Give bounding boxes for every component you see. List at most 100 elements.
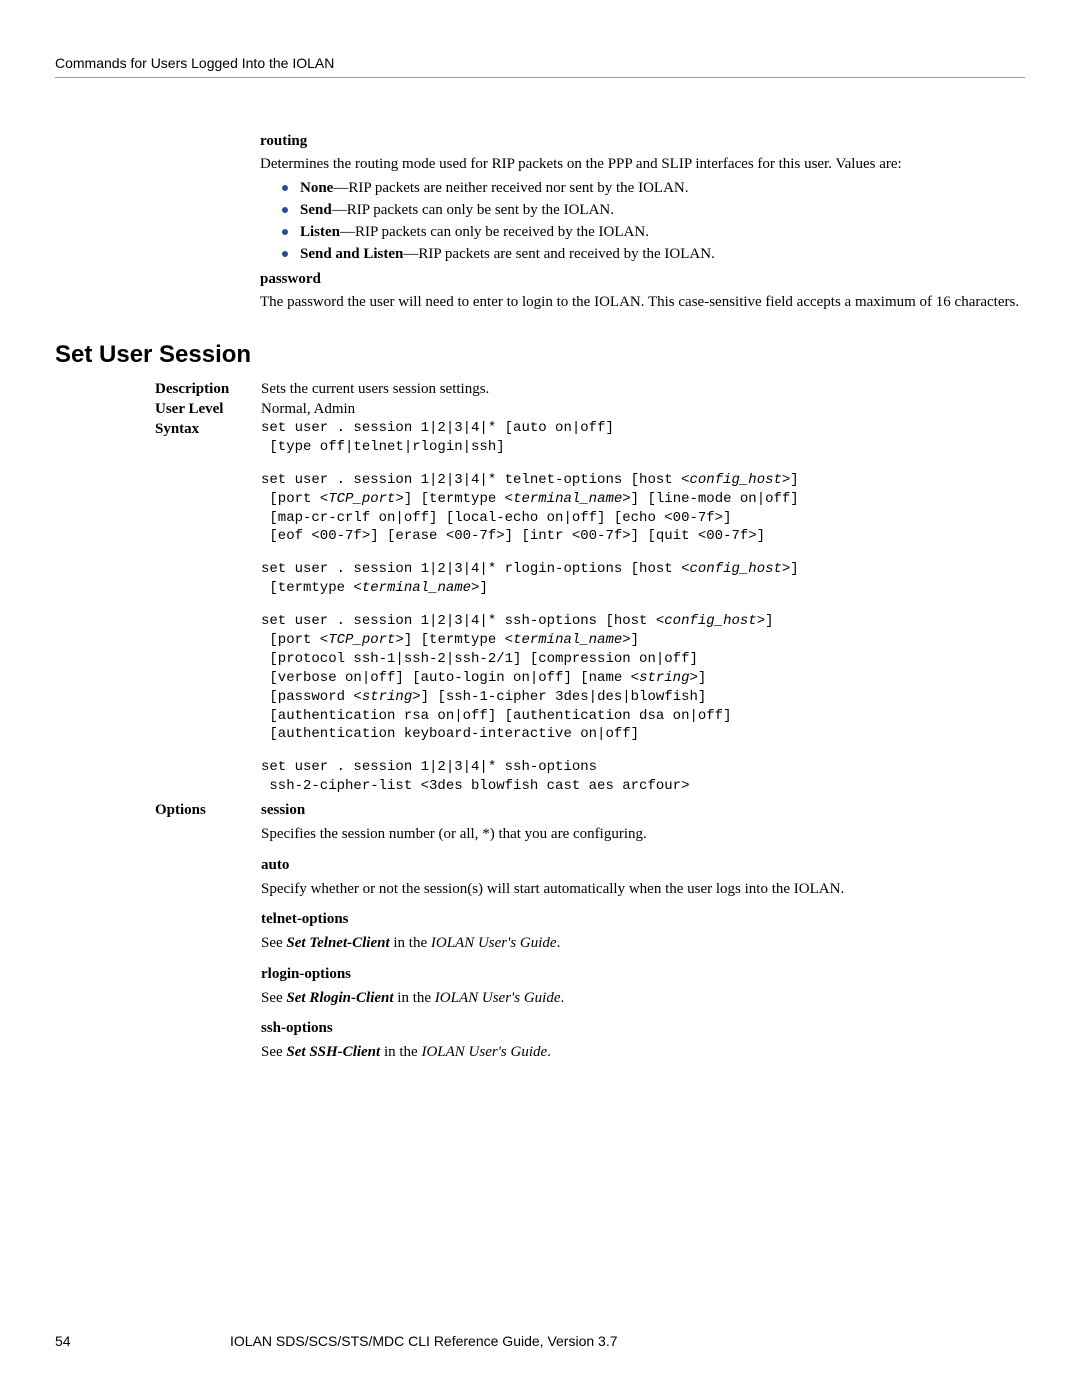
syntax-frag: >] xyxy=(757,613,774,629)
syntax-frag: >] xyxy=(782,472,799,488)
routing-item-send: Send—RIP packets can only be sent by the… xyxy=(282,200,1030,222)
ref-guide: IOLAN User's Guide xyxy=(435,990,561,1006)
text-frag: See xyxy=(261,990,286,1006)
ref-title: Set Rlogin-Client xyxy=(286,990,393,1006)
syntax-frag: >] xyxy=(689,670,706,686)
ref-title: Set SSH-Client xyxy=(286,1044,380,1060)
syntax-frag: set user . session 1|2|3|4|* rlogin-opti… xyxy=(261,561,689,577)
option-ssh-title: ssh-options xyxy=(261,1018,1035,1038)
label-syntax: Syntax xyxy=(155,419,255,800)
routing-title: routing xyxy=(260,133,1030,150)
text-frag: See xyxy=(261,935,286,951)
option-auto-body: Specify whether or not the session(s) wi… xyxy=(261,879,1035,899)
routing-intro: Determines the routing mode used for RIP… xyxy=(260,154,1030,174)
syntax-line: [map-cr-crlf on|off] [local-echo on|off]… xyxy=(261,510,731,526)
syntax-frag: [termtype < xyxy=(261,580,362,596)
syntax-frag: >] xyxy=(782,561,799,577)
password-body: The password the user will need to enter… xyxy=(260,292,1030,312)
syntax-frag: [port < xyxy=(261,491,328,507)
text-frag: . xyxy=(561,990,565,1006)
syntax-frag: set user . session 1|2|3|4|* ssh-options… xyxy=(261,613,664,629)
footer-page-number: 54 xyxy=(55,1333,230,1349)
body-options: session Specifies the session number (or… xyxy=(261,800,1035,1067)
option-telnet-body: See Set Telnet-Client in the IOLAN User'… xyxy=(261,933,1035,953)
bold-label: Send and Listen xyxy=(300,246,403,262)
bold-label: Send xyxy=(300,202,332,218)
text-frag: . xyxy=(547,1044,551,1060)
syntax-line: set user . session 1|2|3|4|* [auto on|of… xyxy=(261,420,614,436)
syntax-block-1: set user . session 1|2|3|4|* [auto on|of… xyxy=(261,419,1035,457)
item-text: —RIP packets are neither received nor se… xyxy=(333,180,688,196)
syntax-param: config_host xyxy=(689,472,781,488)
syntax-line: set user . session 1|2|3|4|* ssh-options xyxy=(261,759,597,775)
syntax-block-3: set user . session 1|2|3|4|* rlogin-opti… xyxy=(261,560,1035,598)
definition-table: Description Sets the current users sessi… xyxy=(155,379,1035,1067)
footer-title: IOLAN SDS/SCS/STS/MDC CLI Reference Guid… xyxy=(230,1333,1025,1349)
password-title: password xyxy=(260,271,1030,288)
syntax-line: [type off|telnet|rlogin|ssh] xyxy=(261,439,505,455)
syntax-frag: >] [ssh-1-cipher 3des|des|blowfish] xyxy=(412,689,706,705)
body-syntax: set user . session 1|2|3|4|* [auto on|of… xyxy=(261,419,1035,800)
syntax-frag: >] [termtype < xyxy=(395,491,513,507)
label-options: Options xyxy=(155,800,255,1067)
text-frag: in the xyxy=(390,935,431,951)
syntax-line: [protocol ssh-1|ssh-2|ssh-2/1] [compress… xyxy=(261,651,698,667)
bold-label: None xyxy=(300,180,333,196)
item-text: —RIP packets can only be received by the… xyxy=(340,224,649,240)
label-description: Description xyxy=(155,379,255,399)
syntax-line: [authentication rsa on|off] [authenticat… xyxy=(261,708,731,724)
section-title: Set User Session xyxy=(55,341,1025,369)
page-header: Commands for Users Logged Into the IOLAN xyxy=(55,55,1025,71)
body-description: Sets the current users session settings. xyxy=(261,379,1035,399)
option-session-title: session xyxy=(261,800,1035,820)
syntax-line: [eof <00-7f>] [erase <00-7f>] [intr <00-… xyxy=(261,528,765,544)
item-text: —RIP packets can only be sent by the IOL… xyxy=(332,202,614,218)
syntax-frag: >] [termtype < xyxy=(395,632,513,648)
option-telnet-title: telnet-options xyxy=(261,909,1035,929)
ref-guide: IOLAN User's Guide xyxy=(421,1044,547,1060)
text-frag: in the xyxy=(394,990,435,1006)
syntax-frag: >] [line-mode on|off] xyxy=(622,491,798,507)
syntax-frag: set user . session 1|2|3|4|* telnet-opti… xyxy=(261,472,689,488)
syntax-param: config_host xyxy=(689,561,781,577)
item-text: —RIP packets are sent and received by th… xyxy=(403,246,714,262)
option-session-body: Specifies the session number (or all, *)… xyxy=(261,824,1035,844)
routing-item-listen: Listen—RIP packets can only be received … xyxy=(282,222,1030,244)
text-frag: See xyxy=(261,1044,286,1060)
routing-item-send-listen: Send and Listen—RIP packets are sent and… xyxy=(282,244,1030,266)
routing-list: None—RIP packets are neither received no… xyxy=(260,178,1030,265)
syntax-param: TCP_port xyxy=(328,491,395,507)
syntax-param: terminal_name xyxy=(513,491,622,507)
syntax-line: ssh-2-cipher-list <3des blowfish cast ae… xyxy=(261,778,689,794)
text-frag: . xyxy=(557,935,561,951)
syntax-param: terminal_name xyxy=(362,580,471,596)
syntax-frag: [port < xyxy=(261,632,328,648)
ref-guide: IOLAN User's Guide xyxy=(431,935,557,951)
body-user-level: Normal, Admin xyxy=(261,399,1035,419)
ref-title: Set Telnet-Client xyxy=(286,935,389,951)
routing-item-none: None—RIP packets are neither received no… xyxy=(282,178,1030,200)
syntax-block-4: set user . session 1|2|3|4|* ssh-options… xyxy=(261,612,1035,744)
label-user-level: User Level xyxy=(155,399,255,419)
syntax-block-5: set user . session 1|2|3|4|* ssh-options… xyxy=(261,758,1035,796)
routing-section: routing Determines the routing mode used… xyxy=(260,133,1030,313)
syntax-param: terminal_name xyxy=(513,632,622,648)
syntax-param: string xyxy=(639,670,689,686)
option-rlogin-title: rlogin-options xyxy=(261,964,1035,984)
option-rlogin-body: See Set Rlogin-Client in the IOLAN User'… xyxy=(261,988,1035,1008)
option-auto-title: auto xyxy=(261,855,1035,875)
option-ssh-body: See Set SSH-Client in the IOLAN User's G… xyxy=(261,1042,1035,1062)
syntax-line: [authentication keyboard-interactive on|… xyxy=(261,726,639,742)
syntax-frag: >] xyxy=(471,580,488,596)
text-frag: in the xyxy=(380,1044,421,1060)
syntax-block-2: set user . session 1|2|3|4|* telnet-opti… xyxy=(261,471,1035,547)
syntax-param: string xyxy=(362,689,412,705)
syntax-frag: >] xyxy=(622,632,639,648)
syntax-frag: [verbose on|off] [auto-login on|off] [na… xyxy=(261,670,639,686)
syntax-param: config_host xyxy=(664,613,756,629)
header-rule xyxy=(55,77,1025,78)
syntax-frag: [password < xyxy=(261,689,362,705)
syntax-param: TCP_port xyxy=(328,632,395,648)
page-footer: 54 IOLAN SDS/SCS/STS/MDC CLI Reference G… xyxy=(55,1333,1025,1349)
bold-label: Listen xyxy=(300,224,340,240)
